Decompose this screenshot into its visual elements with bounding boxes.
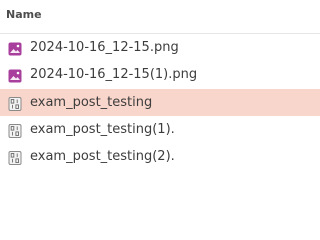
file-row[interactable]: exam_post_testing(1). [0,116,320,143]
file-row[interactable]: 2024-10-16_12-15(1).png [0,61,320,88]
file-row[interactable]: 2024-10-16_12-15.png [0,34,320,61]
binary-file-icon [8,96,22,111]
column-header-name[interactable]: Name [0,0,320,34]
file-name: exam_post_testing(1). [30,122,175,137]
file-name: exam_post_testing(2). [30,149,175,164]
file-row-selected[interactable]: exam_post_testing [0,89,320,116]
file-name: 2024-10-16_12-15.png [30,40,179,55]
image-file-icon [8,41,22,55]
file-list: Name 2024-10-16_12-15.png 2024-10-16_12-… [0,0,320,235]
file-name: 2024-10-16_12-15(1).png [30,67,198,82]
image-file-icon [8,68,22,82]
file-row[interactable]: exam_post_testing(2). [0,143,320,170]
binary-file-icon [8,123,22,138]
binary-file-icon [8,150,22,165]
column-header-label: Name [6,8,42,21]
file-name: exam_post_testing [30,95,153,110]
